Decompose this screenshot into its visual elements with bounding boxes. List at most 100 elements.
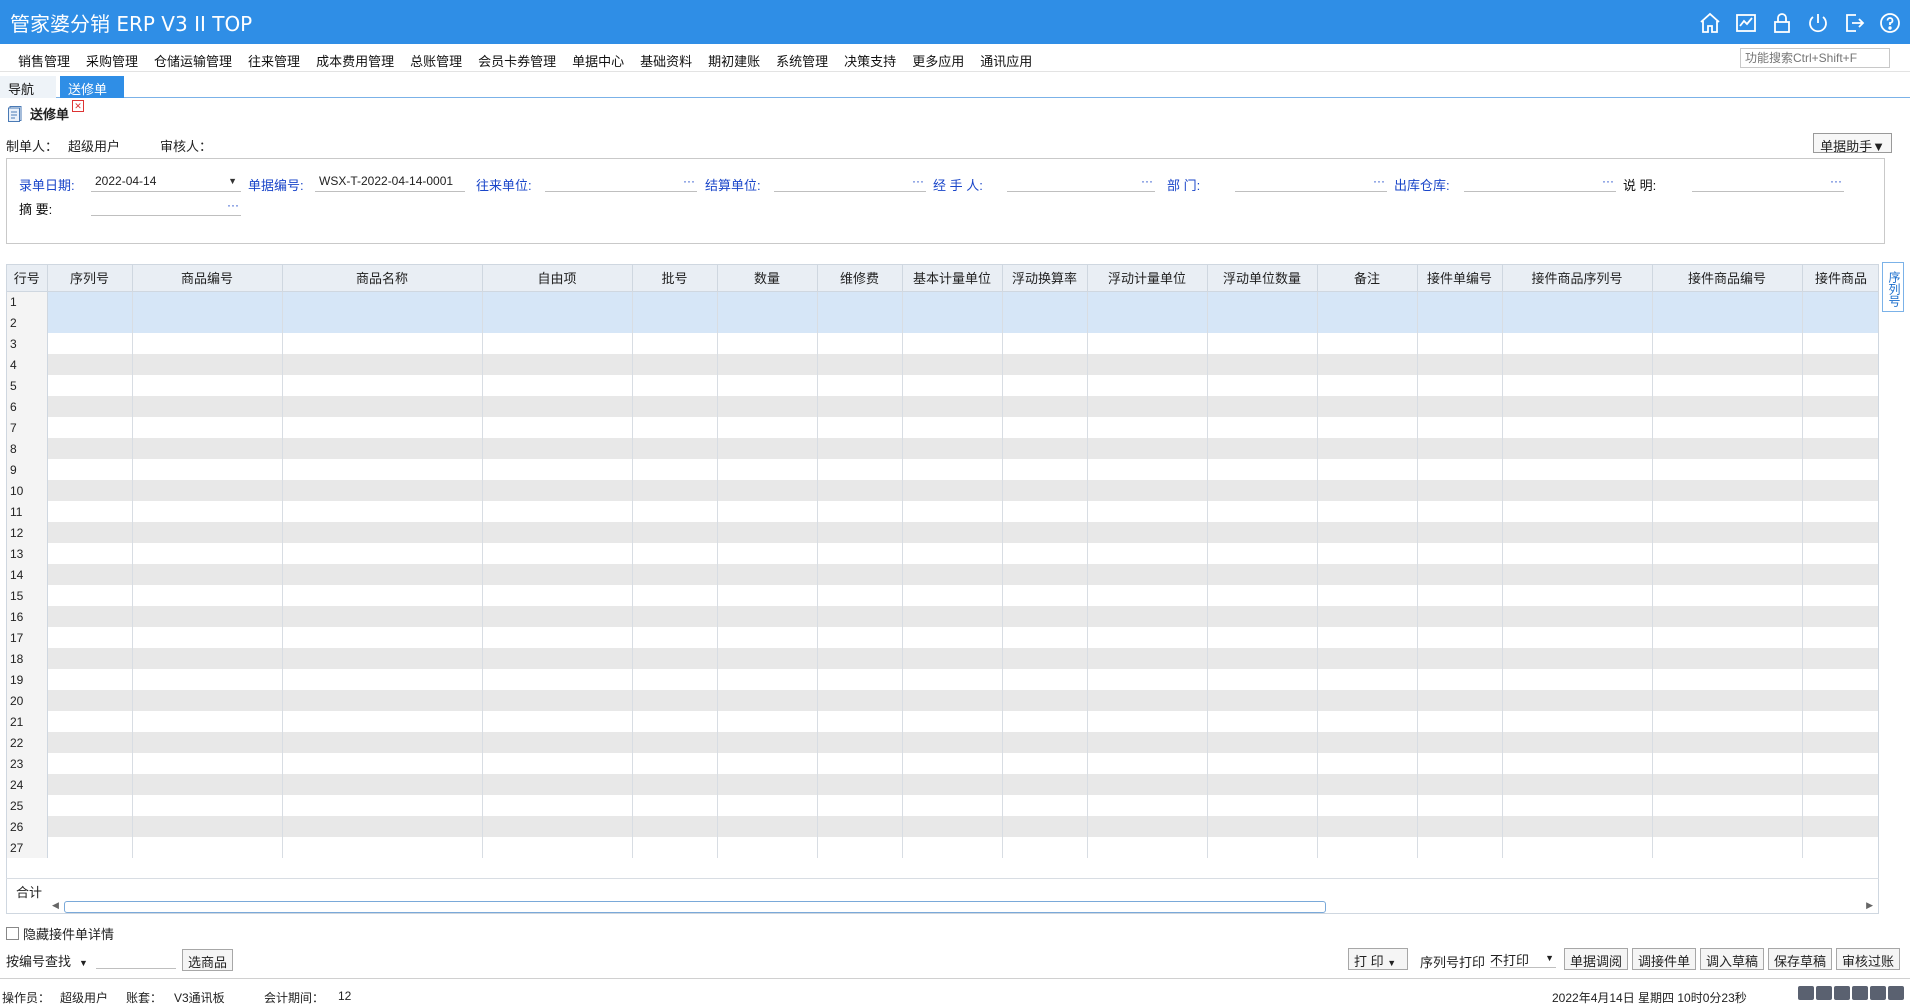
table-cell[interactable]: [1652, 417, 1803, 438]
table-cell[interactable]: [1802, 543, 1878, 564]
table-cell[interactable]: [717, 354, 818, 375]
column-header[interactable]: 基本计量单位: [902, 265, 1003, 292]
menu-item[interactable]: 决策支持: [836, 51, 904, 70]
table-cell[interactable]: [717, 417, 818, 438]
column-header[interactable]: 序列号: [47, 265, 133, 292]
table-cell[interactable]: [632, 753, 718, 774]
checkbox-icon[interactable]: [6, 927, 19, 940]
table-cell[interactable]: [1502, 291, 1653, 312]
table-cell[interactable]: [482, 627, 633, 648]
table-cell[interactable]: [1207, 690, 1318, 711]
table-cell[interactable]: [1317, 333, 1418, 354]
table-cell[interactable]: [902, 291, 1003, 312]
table-cell[interactable]: [1002, 459, 1088, 480]
table-cell[interactable]: [132, 690, 283, 711]
table-row[interactable]: 13: [7, 543, 1878, 564]
table-cell[interactable]: [1317, 732, 1418, 753]
save-draft-button[interactable]: 保存草稿: [1768, 948, 1833, 970]
table-cell[interactable]: [1652, 753, 1803, 774]
horizontal-scrollbar[interactable]: ◀ ▶: [50, 900, 1875, 914]
table-cell[interactable]: [632, 501, 718, 522]
table-cell[interactable]: [902, 375, 1003, 396]
table-cell[interactable]: [47, 690, 133, 711]
table-cell[interactable]: [1652, 837, 1803, 858]
table-cell[interactable]: [1652, 606, 1803, 627]
table-cell[interactable]: [282, 417, 483, 438]
table-cell[interactable]: [1502, 480, 1653, 501]
table-cell[interactable]: [482, 291, 633, 312]
table-cell[interactable]: [1087, 375, 1208, 396]
table-cell[interactable]: [1207, 711, 1318, 732]
table-cell[interactable]: [817, 690, 903, 711]
table-cell[interactable]: [1802, 501, 1878, 522]
scroll-left-icon[interactable]: ◀: [52, 900, 59, 911]
table-cell[interactable]: [47, 732, 133, 753]
table-cell[interactable]: [1002, 543, 1088, 564]
table-cell[interactable]: [902, 333, 1003, 354]
recall-pickup-button[interactable]: 调接件单: [1632, 948, 1697, 970]
table-cell[interactable]: [632, 354, 718, 375]
table-cell[interactable]: [817, 669, 903, 690]
partner-picker-button[interactable]: ···: [683, 174, 695, 188]
table-cell[interactable]: [132, 627, 283, 648]
table-cell[interactable]: [1502, 837, 1653, 858]
table-cell[interactable]: [1802, 333, 1878, 354]
table-cell[interactable]: [1502, 522, 1653, 543]
apps-icon[interactable]: [1870, 986, 1886, 1000]
table-cell[interactable]: [817, 501, 903, 522]
table-cell[interactable]: [817, 564, 903, 585]
table-cell[interactable]: [1207, 396, 1318, 417]
table-cell[interactable]: [1207, 732, 1318, 753]
table-cell[interactable]: [1502, 585, 1653, 606]
table-cell[interactable]: [1087, 711, 1208, 732]
table-cell[interactable]: [132, 417, 283, 438]
table-cell[interactable]: [632, 459, 718, 480]
partner-field[interactable]: ···: [545, 174, 697, 192]
table-row[interactable]: 16: [7, 606, 1878, 627]
table-cell[interactable]: [1317, 774, 1418, 795]
table-cell[interactable]: [632, 711, 718, 732]
tab-nav[interactable]: 导航: [0, 76, 56, 98]
table-cell[interactable]: [1502, 438, 1653, 459]
table-cell[interactable]: [1002, 648, 1088, 669]
menu-item[interactable]: 基础资料: [632, 51, 700, 70]
table-cell[interactable]: [1002, 795, 1088, 816]
table-cell[interactable]: [1652, 480, 1803, 501]
table-cell[interactable]: [902, 669, 1003, 690]
table-cell[interactable]: [132, 522, 283, 543]
table-cell[interactable]: [1207, 459, 1318, 480]
table-cell[interactable]: [1087, 753, 1208, 774]
table-cell[interactable]: [1207, 564, 1318, 585]
table-cell[interactable]: [282, 711, 483, 732]
lock-icon[interactable]: [1768, 10, 1796, 36]
column-header[interactable]: 接件商品序列号: [1502, 265, 1653, 292]
table-cell[interactable]: [132, 606, 283, 627]
table-cell[interactable]: [902, 438, 1003, 459]
table-cell[interactable]: [282, 690, 483, 711]
table-cell[interactable]: [282, 312, 483, 333]
table-cell[interactable]: [1652, 438, 1803, 459]
table-cell[interactable]: [1207, 648, 1318, 669]
search-code-input[interactable]: [96, 951, 176, 969]
table-cell[interactable]: [282, 375, 483, 396]
table-cell[interactable]: [902, 711, 1003, 732]
table-cell[interactable]: [482, 522, 633, 543]
table-cell[interactable]: [1317, 648, 1418, 669]
table-cell[interactable]: [282, 816, 483, 837]
column-header[interactable]: 浮动计量单位: [1087, 265, 1208, 292]
table-cell[interactable]: [1802, 816, 1878, 837]
table-cell[interactable]: [1502, 543, 1653, 564]
table-cell[interactable]: [1417, 627, 1503, 648]
table-cell[interactable]: [482, 816, 633, 837]
table-cell[interactable]: [1802, 795, 1878, 816]
table-cell[interactable]: [482, 711, 633, 732]
table-cell[interactable]: [1087, 417, 1208, 438]
table-cell[interactable]: [282, 522, 483, 543]
table-cell[interactable]: [717, 564, 818, 585]
table-row[interactable]: 6: [7, 396, 1878, 417]
grid-icon[interactable]: [1852, 986, 1868, 1000]
table-cell[interactable]: [902, 585, 1003, 606]
table-cell[interactable]: [1002, 774, 1088, 795]
table-cell[interactable]: [1087, 291, 1208, 312]
table-cell[interactable]: [717, 795, 818, 816]
